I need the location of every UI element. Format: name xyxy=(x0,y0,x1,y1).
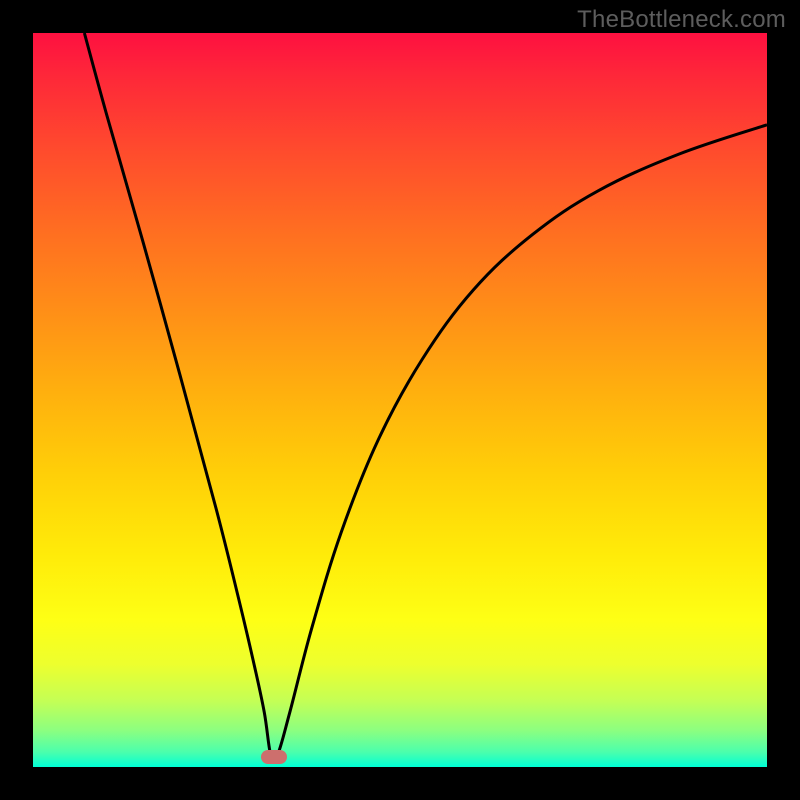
chart-line xyxy=(33,33,767,767)
watermark-text: TheBottleneck.com xyxy=(577,6,786,34)
minimum-marker xyxy=(261,750,287,764)
chart-frame: TheBottleneck.com xyxy=(0,0,800,800)
plot-area xyxy=(33,33,767,767)
